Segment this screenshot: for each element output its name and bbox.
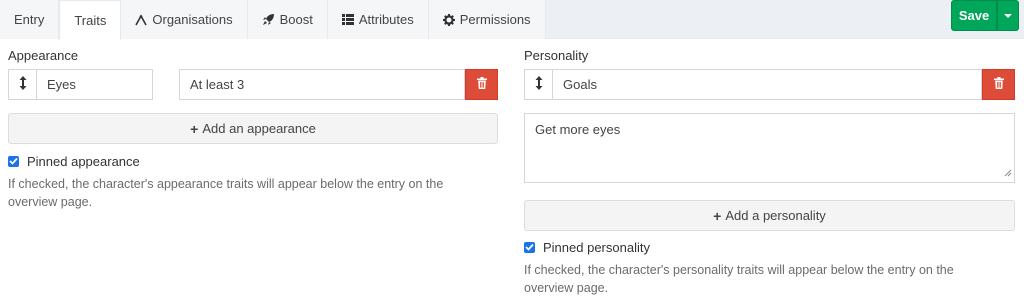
tab-bar: Entry Traits Organisations Boost Attribu… xyxy=(0,0,546,40)
gear-icon xyxy=(442,13,455,26)
pinned-personality-label: Pinned personality xyxy=(543,239,650,255)
appearance-trait-row: Eyes xyxy=(8,69,153,100)
drag-handle[interactable] xyxy=(8,69,37,100)
tab-organisations[interactable]: Organisations xyxy=(121,0,248,39)
plus-icon: + xyxy=(713,207,722,224)
save-button-group: Save xyxy=(951,0,1019,31)
appearance-name-input[interactable]: Eyes xyxy=(37,69,153,100)
appearance-help-text: If checked, the character's appearance t… xyxy=(8,177,444,209)
tab-entry-label: Entry xyxy=(14,12,45,27)
pinned-appearance-checkbox[interactable] xyxy=(8,155,19,167)
resize-grip-icon[interactable] xyxy=(1004,165,1012,180)
tab-entry[interactable]: Entry xyxy=(0,0,60,39)
tab-permissions[interactable]: Permissions xyxy=(428,0,546,39)
top-bar: Entry Traits Organisations Boost Attribu… xyxy=(0,0,1024,40)
tab-boost[interactable]: Boost xyxy=(247,0,328,39)
personality-name-input[interactable]: Goals xyxy=(553,69,982,100)
personality-value-textarea[interactable]: Get more eyes xyxy=(524,113,1015,183)
pinned-personality-row: Pinned personality xyxy=(524,239,650,255)
vertical-arrows-icon xyxy=(535,76,543,93)
tab-permissions-label: Permissions xyxy=(459,12,531,27)
save-button[interactable]: Save xyxy=(951,0,997,31)
tab-traits-label: Traits xyxy=(74,13,107,28)
check-icon xyxy=(9,157,18,165)
tab-organisations-label: Organisations xyxy=(152,12,233,27)
rocket-icon xyxy=(262,13,275,26)
plus-icon: + xyxy=(190,120,199,137)
add-appearance-button[interactable]: + Add an appearance xyxy=(8,113,498,144)
delete-personality-button[interactable] xyxy=(982,69,1015,100)
appearance-section: Appearance xyxy=(8,48,498,64)
pinned-appearance-label: Pinned appearance xyxy=(27,153,140,169)
appearance-title: Appearance xyxy=(8,48,79,63)
caret-down-icon xyxy=(1004,13,1012,18)
trash-icon xyxy=(993,77,1004,92)
vertical-arrows-icon xyxy=(19,76,27,93)
appearance-value-row: At least 3 xyxy=(179,69,498,100)
save-options-toggle[interactable] xyxy=(997,0,1019,31)
personality-help-text: If checked, the character's personality … xyxy=(524,263,954,295)
personality-title: Personality xyxy=(524,48,589,63)
tab-traits[interactable]: Traits xyxy=(59,0,122,40)
drag-handle[interactable] xyxy=(524,69,553,100)
add-appearance-label: Add an appearance xyxy=(202,121,316,136)
add-personality-label: Add a personality xyxy=(725,208,826,223)
personality-section: Personality xyxy=(524,48,1015,64)
tab-attributes[interactable]: Attributes xyxy=(327,0,429,39)
add-personality-button[interactable]: + Add a personality xyxy=(524,200,1015,231)
tab-attributes-label: Attributes xyxy=(358,12,414,27)
personality-trait-row: Goals xyxy=(524,69,1015,100)
list-icon xyxy=(341,14,354,25)
personality-value-text: Get more eyes xyxy=(535,122,621,137)
organisation-icon xyxy=(135,13,148,26)
check-icon xyxy=(525,243,534,251)
trash-icon xyxy=(476,77,487,92)
pinned-personality-checkbox[interactable] xyxy=(524,241,535,253)
appearance-value-input[interactable]: At least 3 xyxy=(179,69,465,100)
tab-boost-label: Boost xyxy=(279,12,313,27)
pinned-appearance-row: Pinned appearance xyxy=(8,153,140,169)
delete-appearance-button[interactable] xyxy=(465,69,498,100)
